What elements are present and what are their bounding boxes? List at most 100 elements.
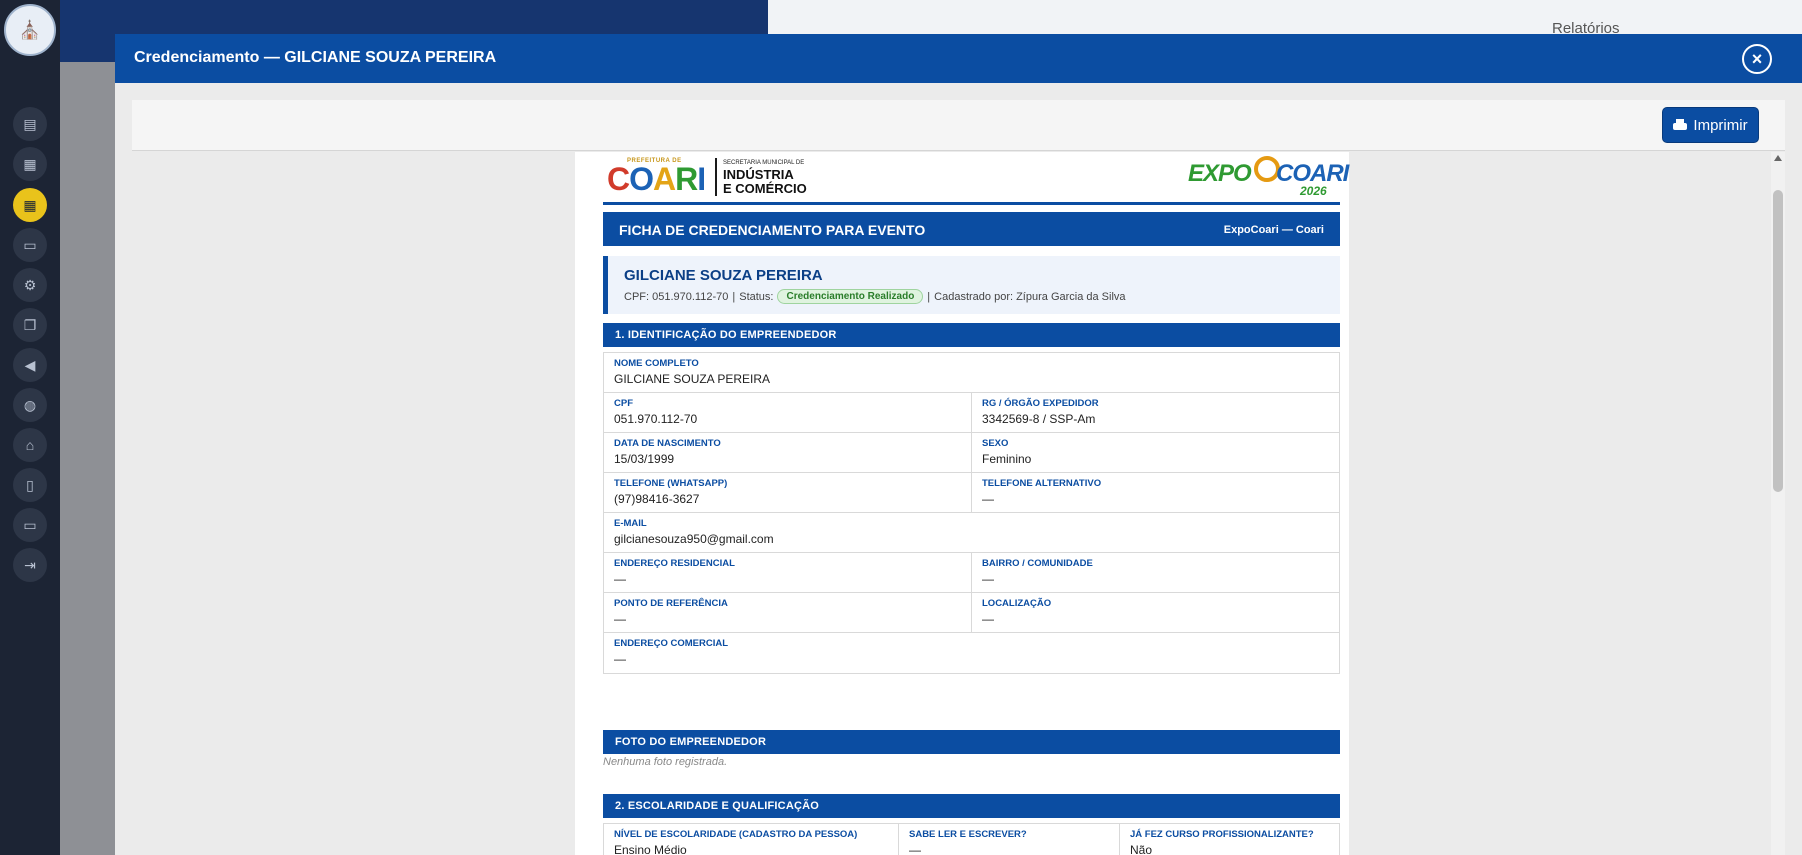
expo-left-text: EXPO <box>1188 160 1252 187</box>
field-value: gilcianesouza950@gmail.com <box>614 532 774 546</box>
education-grid: NÍVEL DE ESCOLARIDADE (CADASTRO DA PESSO… <box>603 823 1340 855</box>
field-value: Feminino <box>982 452 1032 466</box>
field-sabe-ler: SABE LER E ESCREVER? — <box>899 824 1120 855</box>
logout-icon[interactable]: ⇥ <box>13 548 47 582</box>
registered-by: Cadastrado por: Zípura Garcia da Silva <box>934 290 1126 303</box>
field-value: GILCIANE SOUZA PEREIRA <box>614 372 771 386</box>
field-ponto-referencia: PONTO DE REFERÊNCIA — <box>604 593 972 632</box>
field-value: — <box>614 652 626 666</box>
money-icon[interactable]: ▭ <box>13 228 47 262</box>
field-label: DATA DE NASCIMENTO <box>614 438 721 449</box>
coari-logo: PREFEITURA DE COARI SECRETARIA MUNICIPAL… <box>605 156 815 200</box>
logo-industria: INDÚSTRIA <box>723 167 794 182</box>
field-value: — <box>614 572 626 586</box>
field-value: Ensino Médio <box>614 843 687 855</box>
field-nascimento: DATA DE NASCIMENTO 15/03/1999 <box>604 433 972 472</box>
field-rg: RG / ÓRGÃO EXPEDIDOR 3342569-8 / SSP-Am <box>972 393 1339 432</box>
field-value: Não <box>1130 843 1153 855</box>
document-viewport[interactable]: PREFEITURA DE COARI SECRETARIA MUNICIPAL… <box>132 152 1785 855</box>
person-summary: GILCIANE SOUZA PEREIRA CPF: 051.970.112-… <box>603 256 1340 314</box>
form-title-banner: FICHA DE CREDENCIAMENTO PARA EVENTO Expo… <box>603 212 1340 246</box>
field-sexo: SEXO Feminino <box>972 433 1339 472</box>
document-scrollbar[interactable] <box>1771 152 1785 855</box>
field-email: E-MAIL gilcianesouza950@gmail.com <box>604 513 1339 552</box>
field-label: SEXO <box>982 438 1009 449</box>
field-label: RG / ÓRGÃO EXPEDIDOR <box>982 398 1099 409</box>
app-logo[interactable]: ⛪ <box>4 4 56 56</box>
field-telefone-alt: TELEFONE ALTERNATIVO — <box>972 473 1339 512</box>
megaphone-icon[interactable]: ◀ <box>13 348 47 382</box>
document-icon[interactable]: ▯ <box>13 468 47 502</box>
field-row: ENDEREÇO RESIDENCIAL — BAIRRO / COMUNIDAD… <box>604 553 1339 593</box>
field-telefone: TELEFONE (WHATSAPP) (97)98416-3627 <box>604 473 972 512</box>
status-badge: Credenciamento Realizado <box>777 289 924 304</box>
field-label: ENDEREÇO COMERCIAL <box>614 638 729 649</box>
field-value: — <box>909 843 921 855</box>
field-localizacao: LOCALIZAÇÃO — <box>972 593 1339 632</box>
section-photo-header: FOTO DO EMPREENDEDOR <box>603 730 1340 754</box>
field-row: CPF 051.970.112-70 RG / ÓRGÃO EXPEDIDOR 33… <box>604 393 1339 433</box>
cogs-icon[interactable]: ⚙ <box>13 268 47 302</box>
credential-sheet: PREFEITURA DE COARI SECRETARIA MUNICIPAL… <box>575 152 1349 855</box>
meta-separator: | <box>927 290 931 303</box>
field-value: — <box>614 612 626 626</box>
person-cpf: CPF: 051.970.112-70 <box>624 290 729 303</box>
home-icon[interactable]: ⌂ <box>13 428 47 462</box>
modal-toolbar: Imprimir <box>132 100 1785 151</box>
close-button[interactable]: × <box>1742 44 1772 74</box>
field-nome: NOME COMPLETO GILCIANE SOUZA PEREIRA <box>604 353 1339 392</box>
field-row: ENDEREÇO COMERCIAL — <box>604 633 1339 673</box>
scroll-thumb[interactable] <box>1773 190 1783 492</box>
identification-grid: NOME COMPLETO GILCIANE SOUZA PEREIRA CPF 0… <box>603 352 1340 674</box>
section-education-header: 2. ESCOLARIDADE E QUALIFICAÇÃO <box>603 794 1340 818</box>
field-value: — <box>982 612 994 626</box>
field-value: 3342569-8 / SSP-Am <box>982 412 1096 426</box>
modal-title: Credenciamento — GILCIANE SOUZA PEREIRA <box>134 49 497 66</box>
field-row: E-MAIL gilcianesouza950@gmail.com <box>604 513 1339 553</box>
id-card-icon[interactable]: ▤ <box>13 107 47 141</box>
field-endereco-res: ENDEREÇO RESIDENCIAL — <box>604 553 972 592</box>
field-endereco-com: ENDEREÇO COMERCIAL — <box>604 633 1339 673</box>
field-value: — <box>982 572 994 586</box>
field-value: 051.970.112-70 <box>614 412 698 426</box>
field-value: 15/03/1999 <box>614 452 675 466</box>
print-button[interactable]: Imprimir <box>1662 107 1759 143</box>
modal-header: Credenciamento — GILCIANE SOUZA PEREIRA … <box>115 34 1802 83</box>
logo-comercio: E COMÉRCIO <box>723 181 807 196</box>
field-escolaridade: NÍVEL DE ESCOLARIDADE (CADASTRO DA PESSO… <box>604 824 899 855</box>
field-row: NOME COMPLETO GILCIANE SOUZA PEREIRA <box>604 353 1339 393</box>
field-row: PONTO DE REFERÊNCIA — LOCALIZAÇÃO — <box>604 593 1339 633</box>
field-value: (97)98416-3627 <box>614 492 700 506</box>
field-bairro: BAIRRO / COMUNIDADE — <box>972 553 1339 592</box>
form-title: FICHA DE CREDENCIAMENTO PARA EVENTO <box>619 222 926 238</box>
form-event-label: ExpoCoari — Coari <box>1223 224 1324 236</box>
field-label: ENDEREÇO RESIDENCIAL <box>614 558 735 569</box>
field-label: LOCALIZAÇÃO <box>982 598 1052 609</box>
letterhead: PREFEITURA DE COARI SECRETARIA MUNICIPAL… <box>603 152 1349 205</box>
scroll-up-icon[interactable] <box>1774 155 1782 161</box>
logo-industria-text: INDÚSTRIA E COMÉRCIO <box>723 168 807 196</box>
person-meta: CPF: 051.970.112-70 | Status: Credenciam… <box>624 289 1126 304</box>
monitor-icon[interactable]: ▭ <box>13 508 47 542</box>
field-label: JÁ FEZ CURSO PROFISSIONALIZANTE? <box>1130 829 1314 840</box>
field-row: NÍVEL DE ESCOLARIDADE (CADASTRO DA PESSO… <box>604 824 1339 855</box>
logo-coari-word: COARI <box>607 161 706 197</box>
calendar-icon[interactable]: ▦ <box>13 188 47 222</box>
files-icon[interactable]: ❐ <box>13 308 47 342</box>
field-label: SABE LER E ESCREVER? <box>909 829 1027 840</box>
field-label: NOME COMPLETO <box>614 358 699 369</box>
field-curso: JÁ FEZ CURSO PROFISSIONALIZANTE? Não <box>1120 824 1339 855</box>
clipboard-icon[interactable]: ▦ <box>13 147 47 181</box>
logo-divider <box>715 158 717 196</box>
credential-modal: Credenciamento — GILCIANE SOUZA PEREIRA … <box>115 34 1802 855</box>
meta-separator: | <box>732 290 736 303</box>
field-row: TELEFONE (WHATSAPP) (97)98416-3627 TELEFO… <box>604 473 1339 513</box>
field-row: DATA DE NASCIMENTO 15/03/1999 SEXO Feminin… <box>604 433 1339 473</box>
section-identification-header: 1. IDENTIFICAÇÃO DO EMPREENDEDOR <box>603 323 1340 347</box>
globe-icon[interactable]: ◍ <box>13 388 47 422</box>
no-photo-text: Nenhuma foto registrada. <box>603 756 728 768</box>
logo-secretaria-text: SECRETARIA MUNICIPAL DE <box>723 160 805 166</box>
field-label: PONTO DE REFERÊNCIA <box>614 598 728 609</box>
expo-year-text: 2026 <box>1300 184 1327 198</box>
print-label: Imprimir <box>1693 116 1748 134</box>
